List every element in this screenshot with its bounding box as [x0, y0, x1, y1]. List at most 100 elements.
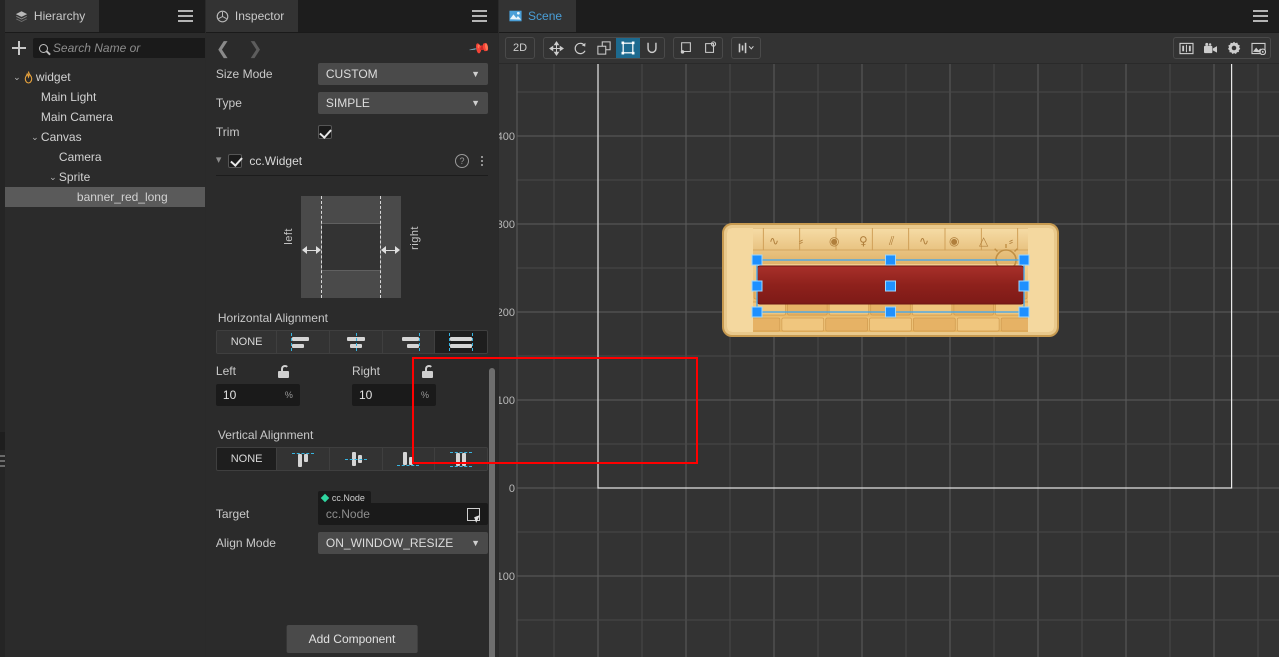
hierarchy-menu-icon[interactable] [173, 0, 199, 32]
scene-panel: Scene 2D ∿ ⸗ ◉ ♀ ⫽ ∿ ◉ △ ⸗ 400 300 200 1… [499, 0, 1279, 657]
inspector-panel: Inspector ❮ ❯ 📌 Size Mode CUSTOM ▼ Type … [205, 0, 698, 657]
pivot-center-icon[interactable] [674, 38, 698, 58]
selection-handle[interactable] [751, 306, 763, 318]
diagram-left-label: left [282, 228, 295, 245]
component-menu-icon[interactable] [476, 155, 488, 166]
halign-stretch-button[interactable] [435, 331, 487, 353]
search-input[interactable] [52, 41, 210, 55]
trim-checkbox[interactable] [317, 125, 332, 139]
rotate-tool-icon[interactable] [568, 38, 592, 58]
inspector-menu-icon[interactable] [466, 0, 492, 32]
selection-handle[interactable] [885, 280, 897, 292]
scene-canvas[interactable]: △∿⸗◉♀⫽∿◉△⸗∿4003002001000-100-20001002003… [499, 64, 1279, 657]
help-icon[interactable]: ? [455, 153, 470, 168]
gizmo-settings-group [731, 37, 762, 59]
view-mode-group: 2D [505, 37, 536, 59]
right-offset-group: Right 10 % [351, 362, 488, 406]
valign-none-label: NONE [230, 453, 263, 465]
add-node-icon[interactable] [11, 40, 27, 56]
add-component-button[interactable]: Add Component [286, 625, 418, 653]
halign-right-button[interactable] [382, 331, 436, 353]
align-vstretch-icon [450, 449, 473, 469]
caret-spacer: ⌄ [47, 147, 59, 167]
size-mode-select[interactable]: CUSTOM ▼ [317, 63, 489, 85]
camera-preview-icon[interactable] [1198, 38, 1222, 58]
rail-seam [0, 432, 5, 450]
component-enabled-checkbox[interactable] [228, 153, 243, 168]
selection-handle[interactable] [1018, 280, 1030, 292]
valign-bottom-button[interactable] [382, 448, 436, 470]
type-select[interactable]: SIMPLE ▼ [317, 92, 489, 114]
scene-settings-icon[interactable] [1246, 38, 1270, 58]
valign-top-button[interactable] [277, 448, 330, 470]
field-type: Type SIMPLE ▼ [215, 92, 489, 114]
hieroglyph: △ [979, 234, 989, 248]
valign-middle-button[interactable] [329, 448, 383, 470]
type-label: Type [215, 96, 242, 110]
target-input[interactable]: cc.Node cc.Node [317, 491, 489, 525]
rect-tool-icon[interactable] [616, 38, 641, 58]
diagram-right-label: right [408, 226, 421, 250]
floor-block [869, 317, 912, 332]
sprite-banner-red-long[interactable]: △∿⸗◉♀⫽∿◉△⸗∿ [722, 223, 1060, 337]
coord-global-icon[interactable] [698, 38, 722, 58]
valign-none-button[interactable]: NONE [216, 448, 278, 470]
grid-toggle-icon[interactable] [1174, 38, 1198, 58]
floor-block [956, 317, 1000, 332]
expand-caret-icon[interactable]: ⌄ [47, 167, 59, 187]
move-tool-icon[interactable] [544, 38, 568, 58]
selection-handle[interactable] [1018, 254, 1030, 266]
viewport-bg[interactable] [499, 64, 1279, 657]
left-value-input[interactable]: 10 % [215, 384, 300, 406]
right-unlock-icon[interactable] [421, 364, 433, 378]
scene-menu-icon[interactable] [1247, 0, 1273, 32]
hierarchy-node[interactable]: ⌄ Canvas [5, 127, 205, 147]
toggle-2d-button[interactable]: 2D [506, 38, 534, 58]
pin-icon[interactable]: 📌 [467, 36, 491, 60]
scene-viewport[interactable]: △∿⸗◉♀⫽∿◉△⸗∿4003002001000-100-20001002003… [499, 64, 1279, 657]
valign-stretch-button[interactable] [435, 448, 487, 470]
scene-toolbar: 2D [499, 33, 1279, 64]
hierarchy-node[interactable]: ⌄ widget [5, 67, 205, 87]
right-value-input[interactable]: 10 % [351, 384, 436, 406]
selection-handle[interactable] [751, 254, 763, 266]
gizmo-settings-icon[interactable] [732, 38, 760, 58]
nav-forward-icon[interactable]: ❯ [248, 40, 262, 57]
halign-left-button[interactable] [277, 331, 330, 353]
halign-center-button[interactable] [329, 331, 383, 353]
halign-none-button[interactable]: NONE [216, 331, 278, 353]
selection-handle[interactable] [751, 280, 763, 292]
tab-inspector[interactable]: Inspector [205, 0, 299, 32]
hierarchy-search[interactable] [32, 38, 216, 58]
component-name: cc.Widget [249, 153, 303, 168]
nav-back-icon[interactable]: ❮ [216, 40, 230, 57]
selection-handle[interactable] [885, 306, 897, 318]
left-unlock-icon[interactable] [277, 364, 289, 378]
floor-block [781, 317, 825, 332]
left-collapsed-rail[interactable] [0, 0, 5, 657]
inspector-scrollbar[interactable] [489, 368, 496, 657]
hieroglyph: ◉ [829, 234, 839, 248]
mode-2d-label: 2D [512, 42, 528, 54]
node-picker-icon[interactable] [467, 507, 481, 521]
align-top-icon [292, 449, 315, 469]
ruler-vertical[interactable] [499, 64, 518, 657]
magnet-tool-icon[interactable] [640, 38, 664, 58]
component-collapse-icon[interactable]: ▾ [216, 155, 222, 166]
expand-caret-icon[interactable]: ⌄ [11, 67, 23, 87]
hierarchy-node[interactable]: ⌄Main Light [5, 87, 205, 107]
selection-handle[interactable] [1018, 306, 1030, 318]
gear-icon[interactable] [1222, 38, 1246, 58]
scale-tool-icon[interactable] [592, 38, 616, 58]
hierarchy-node[interactable]: ⌄Camera [5, 147, 205, 167]
hierarchy-node[interactable]: ⌄Main Camera [5, 107, 205, 127]
selection-handle[interactable] [885, 254, 897, 266]
hierarchy-node[interactable]: ⌄banner_red_long [4, 187, 205, 207]
tab-hierarchy[interactable]: Hierarchy [4, 0, 100, 32]
expand-caret-icon[interactable]: ⌄ [29, 127, 41, 147]
align-mode-select[interactable]: ON_WINDOW_RESIZE ▼ [317, 532, 489, 554]
hierarchy-node[interactable]: ⌄ Sprite [5, 167, 205, 187]
tab-scene[interactable]: Scene [499, 0, 577, 32]
layers-icon [15, 10, 28, 23]
rail-drag-handle[interactable] [0, 455, 5, 470]
